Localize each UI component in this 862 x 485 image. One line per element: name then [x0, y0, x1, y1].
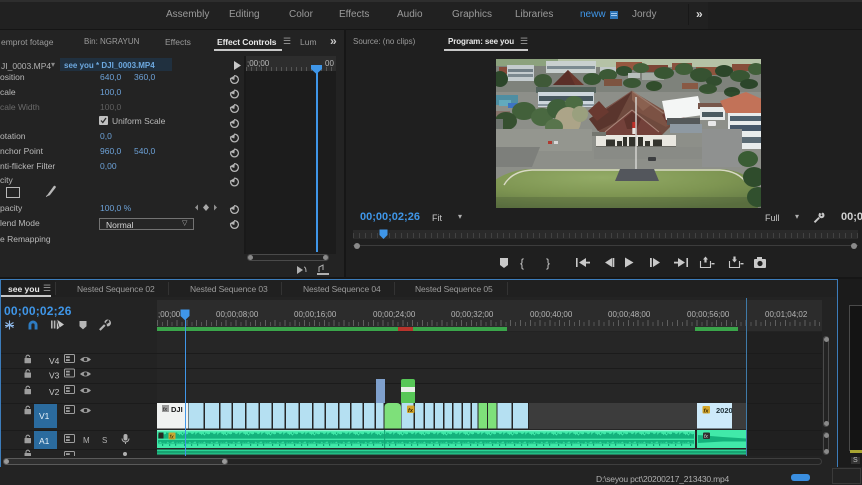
svg-text:{: { [520, 256, 524, 270]
svg-text:}: } [546, 256, 550, 270]
